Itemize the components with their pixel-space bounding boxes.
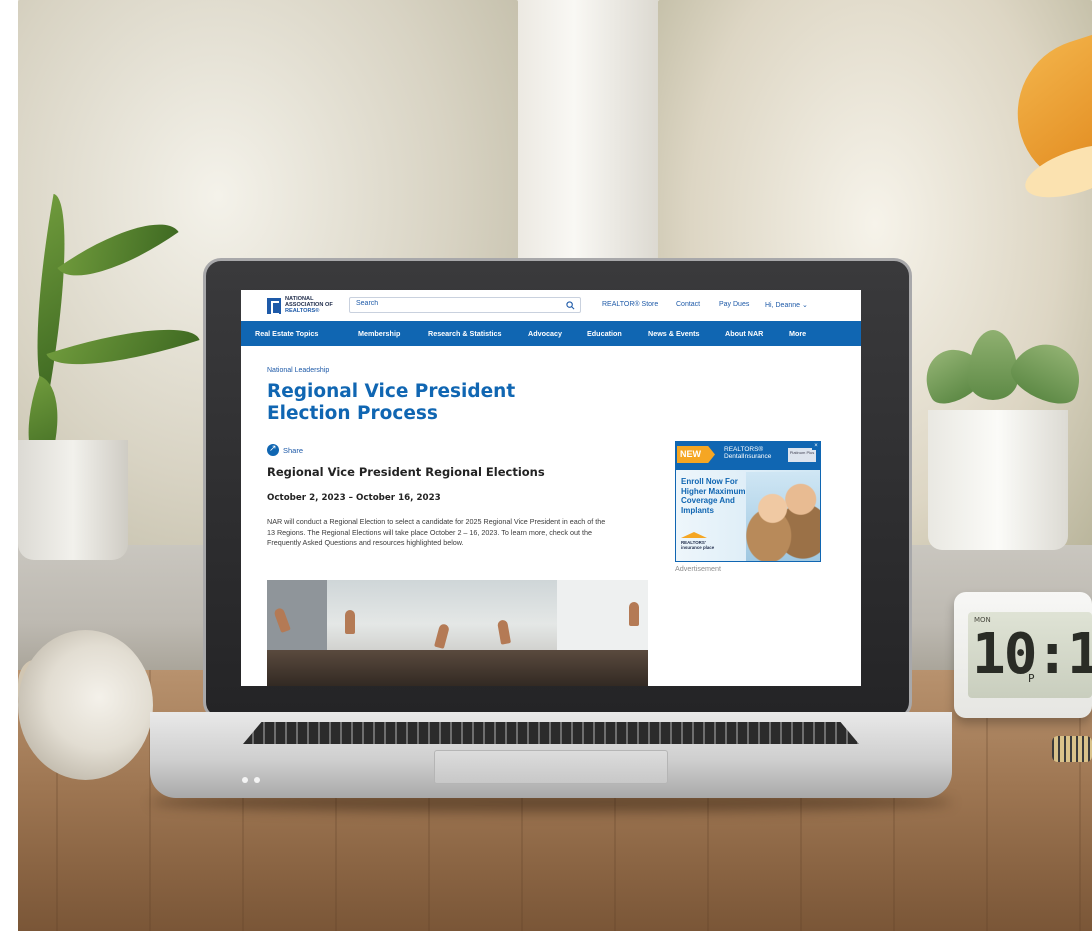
share-label: Share bbox=[283, 445, 304, 455]
notebook-spiral bbox=[1052, 736, 1092, 762]
ad-logo: REALTORS' insurance place bbox=[681, 540, 714, 550]
raised-hand bbox=[345, 610, 355, 634]
ad-brand-line: REALTORS® bbox=[724, 446, 764, 453]
ad-close-icon[interactable]: × bbox=[812, 442, 820, 450]
section-title: Regional Vice President Regional Electio… bbox=[267, 465, 545, 479]
share-button[interactable]: Share bbox=[267, 443, 304, 456]
clock-display: MON 10:10 P bbox=[968, 612, 1092, 698]
clock-meridiem: P bbox=[1028, 672, 1035, 685]
site-header: NATIONAL ASSOCIATION OF REALTORS® REALTO… bbox=[241, 290, 861, 320]
nav-real-estate-topics[interactable]: Real Estate Topics bbox=[255, 329, 318, 338]
nav-membership[interactable]: Membership bbox=[358, 329, 400, 338]
nav-education[interactable]: Education bbox=[587, 329, 622, 338]
plant-pot-left bbox=[18, 440, 128, 560]
ad-photo bbox=[746, 472, 820, 561]
raised-hand bbox=[496, 619, 512, 645]
dental-insurance-ad[interactable]: NEW REALTORS® DentalInsurance Platinum P… bbox=[675, 441, 821, 562]
account-menu[interactable]: Hi, Deanne ⌄ bbox=[765, 301, 808, 309]
headphones bbox=[18, 630, 153, 780]
share-icon bbox=[267, 443, 279, 456]
nar-logo-icon[interactable] bbox=[267, 298, 281, 315]
article-body: NAR will conduct a Regional Election to … bbox=[267, 517, 606, 548]
nav-advocacy[interactable]: Advocacy bbox=[528, 329, 562, 338]
ad-brand: REALTORS® DentalInsurance bbox=[724, 446, 771, 460]
status-led bbox=[254, 777, 260, 783]
search-box bbox=[349, 297, 581, 313]
hero-image bbox=[267, 580, 648, 686]
laptop-trackpad bbox=[434, 750, 668, 784]
ad-body: Enroll Now For Higher Maximum Coverage A… bbox=[676, 470, 820, 561]
nav-about-nar[interactable]: About NAR bbox=[725, 329, 763, 338]
nav-research-statistics[interactable]: Research & Statistics bbox=[428, 329, 502, 338]
image-crowd bbox=[267, 650, 648, 686]
breadcrumb[interactable]: National Leadership bbox=[267, 367, 329, 374]
ad-logo-line: insurance place bbox=[681, 545, 715, 550]
search-input[interactable] bbox=[356, 300, 556, 307]
contact-link[interactable]: Contact bbox=[676, 301, 700, 308]
nav-news-events[interactable]: News & Events bbox=[648, 329, 700, 338]
ad-headline: Enroll Now For Higher Maximum Coverage A… bbox=[681, 477, 746, 515]
nav-more[interactable]: More bbox=[789, 329, 806, 338]
laptop-screen: NATIONAL ASSOCIATION OF REALTORS® REALTO… bbox=[241, 290, 861, 686]
main-nav: Real Estate Topics Membership Research &… bbox=[241, 321, 861, 346]
search-icon[interactable] bbox=[566, 301, 575, 310]
page-title: Regional Vice President Election Process bbox=[267, 381, 516, 424]
ad-plan-badge: Platinum Plus bbox=[788, 448, 816, 462]
ad-caption: Advertisement bbox=[675, 564, 721, 573]
store-link[interactable]: REALTOR® Store bbox=[602, 301, 658, 308]
laptop-keyboard bbox=[243, 722, 859, 744]
pay-dues-link[interactable]: Pay Dues bbox=[719, 301, 749, 308]
date-range: October 2, 2023 – October 16, 2023 bbox=[267, 493, 441, 503]
house-roof-icon bbox=[681, 532, 707, 538]
status-led bbox=[242, 777, 248, 783]
ad-new-badge: NEW bbox=[677, 446, 715, 463]
raised-hand bbox=[434, 623, 450, 649]
ad-brand-line: DentalInsurance bbox=[724, 453, 772, 460]
plant-pot-right bbox=[928, 410, 1068, 550]
raised-hand bbox=[629, 602, 639, 626]
